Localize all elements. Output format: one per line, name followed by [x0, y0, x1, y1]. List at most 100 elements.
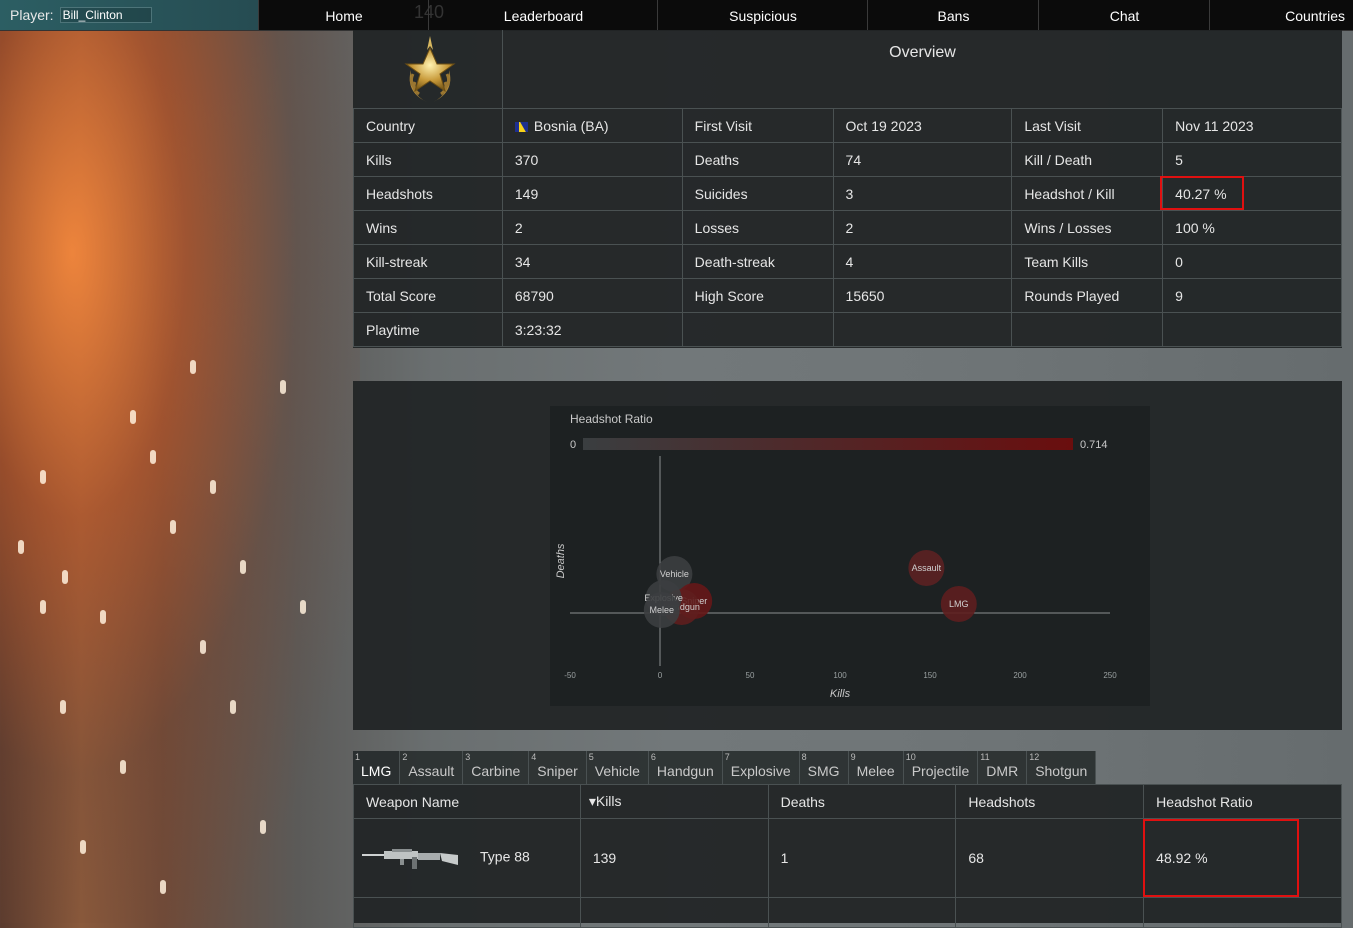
col-headshot-ratio[interactable]: Headshot Ratio — [1143, 784, 1342, 819]
scatter-point-label: Assault — [912, 563, 942, 573]
tab-lmg[interactable]: 1 LMG — [353, 751, 401, 784]
tab-sniper[interactable]: 4 Sniper — [529, 751, 587, 784]
stat-value: 74 — [832, 142, 1013, 177]
tab-number: 2 — [402, 752, 408, 762]
stat-value: 2 — [501, 210, 683, 245]
spark — [62, 570, 68, 584]
stat-value: 2 — [832, 210, 1013, 245]
colorbar-title: Headshot Ratio — [570, 412, 653, 426]
stat-label: Wins / Losses — [1011, 210, 1164, 245]
stat-label: Country — [353, 108, 503, 143]
tab-number: 9 — [850, 752, 856, 762]
col-deaths[interactable]: Deaths — [767, 784, 957, 819]
tab-number: 7 — [724, 752, 730, 762]
scatter-point-lmg[interactable]: LMG — [940, 586, 977, 622]
stat-label: Kill / Death — [1011, 142, 1164, 177]
stat-label: Suicides — [681, 176, 834, 211]
x-tick-label: 150 — [923, 671, 937, 680]
nav-suspicious[interactable]: Suspicious — [657, 0, 868, 30]
stat-label: Headshot / Kill — [1011, 176, 1164, 211]
spark — [150, 450, 156, 464]
stats-row: Kills 370 Deaths 74 Kill / Death 5 — [353, 142, 1342, 177]
chart-container: Headshot Ratio 0 0.714 -50 0 50 100 150 200 25… — [550, 406, 1150, 706]
player-name-field[interactable]: Bill_Clinton — [59, 7, 152, 23]
x-tick-label: 50 — [746, 671, 755, 680]
scatter-point-assault[interactable]: Assault — [908, 550, 945, 586]
y-axis-label: Deaths — [555, 543, 567, 578]
spark — [40, 600, 46, 614]
stat-label — [1011, 312, 1164, 347]
spark — [80, 840, 86, 854]
tab-number: 8 — [801, 752, 807, 762]
highlight-box — [1143, 819, 1299, 897]
empty-cell — [767, 897, 957, 928]
weapon-kills: 139 — [579, 818, 769, 898]
tab-vehicle[interactable]: 5 Vehicle — [587, 751, 649, 784]
stat-value: Oct 19 2023 — [832, 108, 1013, 143]
tab-label: Handgun — [656, 763, 714, 779]
tab-projectile[interactable]: 10 Projectile — [904, 751, 979, 784]
scatter-point-melee[interactable]: Melee — [643, 592, 680, 628]
stats-row: Country Bosnia (BA) First Visit Oct 19 2023… — [353, 108, 1342, 143]
tab-carbine[interactable]: 3 Carbine — [463, 751, 530, 784]
colorbar-max-label: 0.714 — [1080, 439, 1108, 451]
tab-label: Projectile — [911, 763, 970, 779]
stat-value: 3:23:32 — [501, 312, 683, 347]
tab-label: Carbine — [471, 763, 521, 779]
stat-label: Playtime — [353, 312, 503, 347]
bosnia-flag-icon — [514, 121, 528, 132]
overview-title: Overview — [889, 44, 956, 61]
stat-label: Losses — [681, 210, 834, 245]
stat-value — [832, 312, 1013, 347]
stats-row: Kill-streak 34 Death-streak 4 Team Kills 0 — [353, 244, 1342, 279]
tab-shotgun[interactable]: 12 Shotgun — [1027, 751, 1097, 784]
weapon-rifle-icon — [362, 849, 458, 869]
stat-label: Kill-streak — [353, 244, 503, 279]
spark — [18, 540, 24, 554]
spark — [200, 640, 206, 654]
background-glow — [0, 30, 360, 923]
x-tick-label: 100 — [833, 671, 847, 680]
spark — [40, 470, 46, 484]
nav-leaderboard[interactable]: Leaderboard — [428, 0, 658, 30]
stat-label — [681, 312, 834, 347]
stats-row: Total Score 68790 High Score 15650 Rounds Pl… — [353, 278, 1342, 313]
player-box: Player: Bill_Clinton — [0, 0, 258, 30]
tab-melee[interactable]: 9 Melee — [849, 751, 904, 784]
rank-cell — [353, 30, 503, 108]
tab-label: Explosive — [730, 763, 791, 779]
stat-label: Headshots — [353, 176, 503, 211]
col-weapon-name[interactable]: Weapon Name — [353, 784, 581, 819]
tab-handgun[interactable]: 6 Handgun — [649, 751, 723, 784]
tab-number: 4 — [531, 752, 537, 762]
tab-smg[interactable]: 8 SMG — [800, 751, 849, 784]
spark — [210, 480, 216, 494]
scatter-point-label: LMG — [949, 599, 969, 609]
weapon-tabs: 1 LMG 2 Assault 3 Carbine 4 Sniper 5 Vehicle 6 Hand… — [353, 751, 1097, 784]
tab-number: 12 — [1029, 752, 1040, 762]
x-tick-label: 0 — [658, 671, 663, 680]
stat-value: 34 — [501, 244, 683, 279]
nav-bans[interactable]: Bans — [867, 0, 1039, 30]
tab-explosive[interactable]: 7 Explosive — [723, 751, 800, 784]
weapon-name-cell: Type 88 — [353, 818, 581, 898]
stat-label: Rounds Played — [1011, 278, 1164, 313]
highlight-box — [1160, 176, 1244, 210]
stat-value — [1162, 312, 1342, 347]
tab-number: 6 — [650, 752, 656, 762]
nav-chat[interactable]: Chat — [1038, 0, 1210, 30]
stat-label: Last Visit — [1011, 108, 1164, 143]
tab-label: Melee — [856, 763, 895, 779]
tab-label: Vehicle — [594, 763, 640, 779]
spark — [130, 410, 136, 424]
col-kills[interactable]: ▾Kills — [579, 784, 769, 819]
colorbar-min-label: 0 — [570, 439, 576, 451]
tab-label: Assault — [408, 763, 455, 779]
col-headshots[interactable]: Headshots — [955, 784, 1145, 819]
tab-assault[interactable]: 2 Assault — [400, 751, 464, 784]
empty-cell — [579, 897, 769, 928]
nav-home[interactable]: Home — [258, 0, 429, 30]
nav-countries[interactable]: Countries — [1209, 0, 1353, 30]
tab-number: 1 — [355, 752, 361, 762]
tab-dmr[interactable]: 11 DMR — [978, 751, 1028, 784]
